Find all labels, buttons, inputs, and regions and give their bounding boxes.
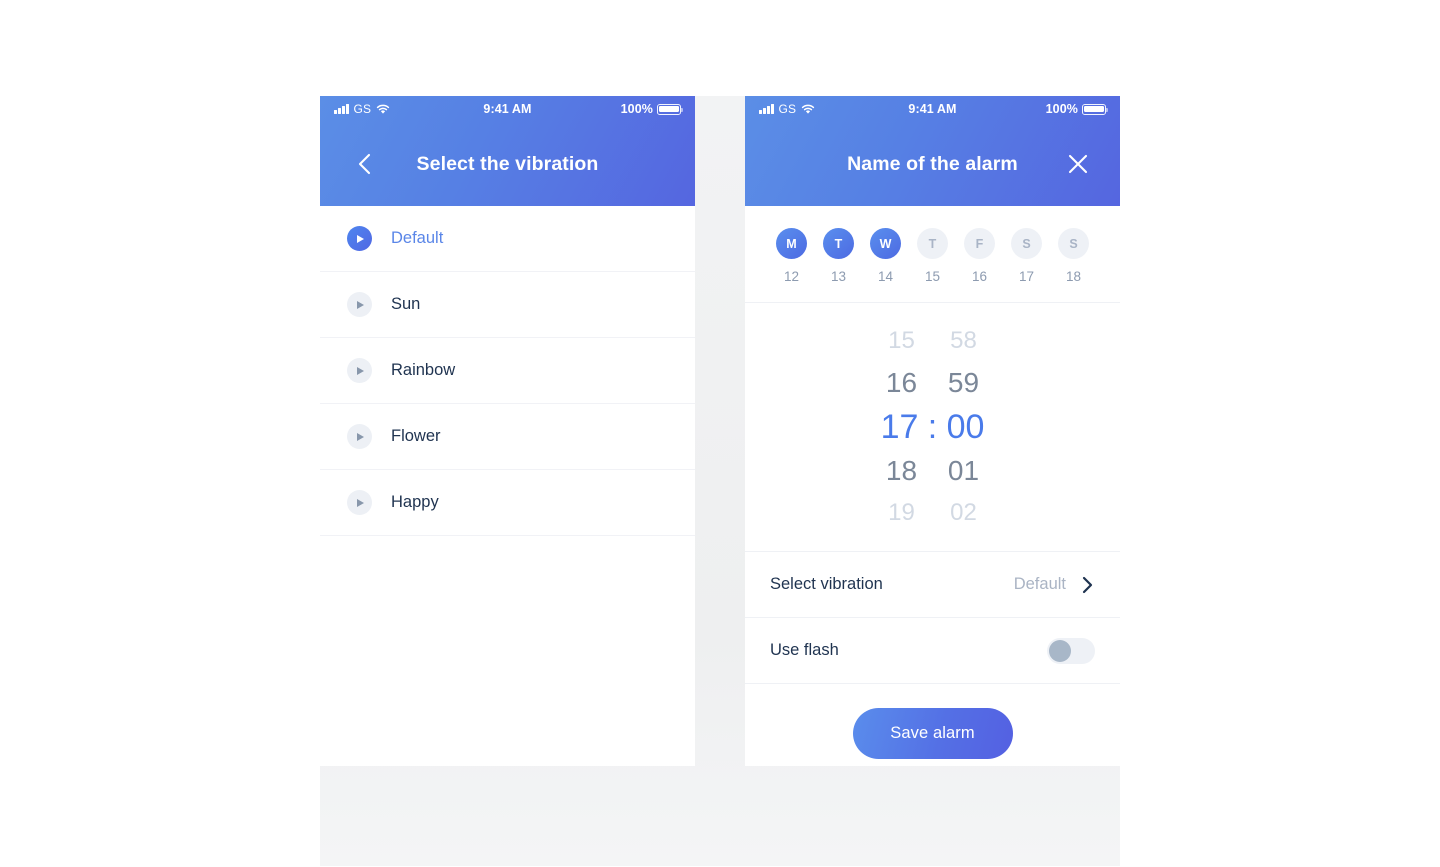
day-item[interactable]: W 14 bbox=[870, 228, 901, 284]
status-bar-right-group: 100% bbox=[620, 102, 684, 116]
chevron-right-icon[interactable] bbox=[1080, 573, 1095, 597]
wifi-icon bbox=[377, 104, 390, 114]
time-picker-row[interactable]: 15 58 bbox=[745, 320, 1120, 362]
select-vibration-value: Default bbox=[1013, 575, 1066, 593]
day-date: 13 bbox=[830, 269, 847, 284]
play-icon[interactable] bbox=[347, 424, 372, 449]
day-letter: S bbox=[1011, 228, 1042, 259]
status-bar-left-group: GS bbox=[759, 102, 815, 116]
time-picker-row[interactable]: 16 59 bbox=[745, 362, 1120, 404]
day-letter: F bbox=[964, 228, 995, 259]
carrier-label: GS bbox=[778, 102, 797, 116]
play-icon[interactable] bbox=[347, 292, 372, 317]
save-alarm-button[interactable]: Save alarm bbox=[852, 708, 1013, 759]
toggle-knob bbox=[1049, 639, 1071, 662]
day-item[interactable]: T 13 bbox=[823, 228, 854, 284]
day-selector: M 12 T 13 W 14 T 15 F 16 S 17 S 18 bbox=[745, 206, 1120, 303]
select-vibration-right: Default bbox=[1014, 573, 1095, 597]
time-picker-selected-row[interactable]: 17 : 00 bbox=[745, 404, 1120, 450]
battery-icon bbox=[657, 103, 684, 115]
time-hour: 19 bbox=[888, 499, 915, 526]
day-date: 14 bbox=[877, 269, 894, 284]
time-hour: 18 bbox=[885, 455, 918, 486]
vibration-list: Default Sun Rainbow Flower Happy bbox=[320, 206, 695, 536]
carrier-label: GS bbox=[353, 102, 372, 116]
day-letter: T bbox=[823, 228, 854, 259]
time-hour: 15 bbox=[888, 327, 915, 354]
day-date: 15 bbox=[924, 269, 941, 284]
play-icon[interactable] bbox=[347, 490, 372, 515]
status-bar-right: GS 9:41 AM 100% bbox=[745, 96, 1120, 122]
battery-percent-label: 100% bbox=[620, 102, 653, 116]
right-header-bar: Name of the alarm bbox=[745, 122, 1120, 206]
close-icon bbox=[1068, 154, 1088, 174]
app-canvas: GS 9:41 AM 100% Select the vibration Def… bbox=[0, 0, 1440, 867]
time-minute: 59 bbox=[947, 367, 980, 398]
vibration-list-item[interactable]: Default bbox=[320, 206, 695, 272]
signal-bars-icon bbox=[334, 104, 349, 114]
day-date: 18 bbox=[1065, 269, 1082, 284]
status-bar-left-group: GS bbox=[334, 102, 390, 116]
play-icon[interactable] bbox=[347, 226, 372, 251]
play-icon[interactable] bbox=[347, 358, 372, 383]
time-separator: : bbox=[927, 408, 938, 446]
day-item[interactable]: T 15 bbox=[917, 228, 948, 284]
save-area: Save alarm bbox=[745, 684, 1120, 759]
vibration-item-label: Flower bbox=[391, 427, 441, 445]
use-flash-right bbox=[1047, 637, 1095, 664]
vibration-list-item[interactable]: Sun bbox=[320, 272, 695, 338]
chevron-left-icon bbox=[358, 153, 370, 175]
vibration-item-label: Rainbow bbox=[391, 361, 456, 379]
status-bar-right-group: 100% bbox=[1045, 102, 1109, 116]
left-header: GS 9:41 AM 100% Select the vibration bbox=[320, 96, 695, 206]
day-item[interactable]: S 17 bbox=[1011, 228, 1042, 284]
battery-icon bbox=[1082, 103, 1109, 115]
select-vibration-label: Select vibration bbox=[770, 575, 883, 593]
day-item[interactable]: M 12 bbox=[776, 228, 807, 284]
vibration-item-label: Default bbox=[391, 229, 444, 247]
use-flash-toggle[interactable] bbox=[1047, 637, 1095, 664]
battery-percent-label: 100% bbox=[1045, 102, 1078, 116]
signal-bars-icon bbox=[759, 104, 774, 114]
time-hour: 17 bbox=[880, 408, 919, 446]
vibration-list-item[interactable]: Rainbow bbox=[320, 338, 695, 404]
day-letter: W bbox=[870, 228, 901, 259]
day-date: 12 bbox=[783, 269, 800, 284]
vibration-item-label: Sun bbox=[391, 295, 421, 313]
time-minute: 02 bbox=[950, 499, 977, 526]
time-hour: 16 bbox=[885, 367, 918, 398]
phone-screen-alarm-editor: GS 9:41 AM 100% Name of the alarm M 12 T… bbox=[745, 96, 1120, 766]
close-button[interactable] bbox=[1056, 142, 1100, 186]
time-minute: 58 bbox=[950, 327, 977, 354]
day-item[interactable]: F 16 bbox=[964, 228, 995, 284]
day-letter: T bbox=[917, 228, 948, 259]
time-minute: 01 bbox=[947, 455, 980, 486]
time-minute: 00 bbox=[946, 408, 985, 446]
back-button[interactable] bbox=[342, 142, 386, 186]
phone-screen-select-vibration: GS 9:41 AM 100% Select the vibration Def… bbox=[320, 96, 695, 766]
day-date: 16 bbox=[971, 269, 988, 284]
day-date: 17 bbox=[1018, 269, 1035, 284]
use-flash-row[interactable]: Use flash bbox=[745, 618, 1120, 684]
wifi-icon bbox=[802, 104, 815, 114]
vibration-item-label: Happy bbox=[391, 493, 439, 511]
vibration-list-item[interactable]: Flower bbox=[320, 404, 695, 470]
vibration-list-item[interactable]: Happy bbox=[320, 470, 695, 536]
day-letter: S bbox=[1058, 228, 1089, 259]
right-header: GS 9:41 AM 100% Name of the alarm bbox=[745, 96, 1120, 206]
day-letter: M bbox=[776, 228, 807, 259]
time-picker-row[interactable]: 19 02 bbox=[745, 492, 1120, 534]
status-bar-left: GS 9:41 AM 100% bbox=[320, 96, 695, 122]
time-picker[interactable]: 15 58 16 59 17 : 00 18 01 19 02 bbox=[745, 303, 1120, 552]
left-header-bar: Select the vibration bbox=[320, 122, 695, 206]
time-picker-row[interactable]: 18 01 bbox=[745, 450, 1120, 492]
select-vibration-row[interactable]: Select vibration Default bbox=[745, 552, 1120, 618]
use-flash-label: Use flash bbox=[770, 641, 839, 659]
day-item[interactable]: S 18 bbox=[1058, 228, 1089, 284]
